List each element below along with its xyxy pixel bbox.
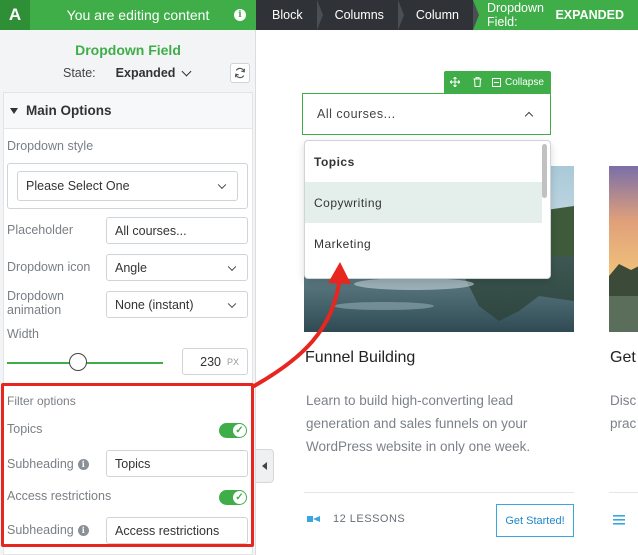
card-divider: [304, 492, 574, 493]
breadcrumb-dropdown-field[interactable]: Dropdown Field: EXPANDED: [472, 0, 638, 30]
chevron-down-icon: [227, 262, 237, 271]
topics-label: Topics: [7, 422, 43, 436]
access-subheading-value: Access restrictions: [115, 523, 220, 538]
state-label: State:: [63, 66, 96, 80]
check-icon: ✓: [233, 424, 246, 437]
info-icon[interactable]: i: [77, 525, 89, 537]
dropdown-icon-label: Dropdown icon: [7, 260, 91, 274]
dropdown-animation-label-line1: Dropdown: [7, 289, 64, 303]
main-options-header[interactable]: Main Options: [4, 93, 252, 129]
chevron-up-icon: [524, 111, 534, 121]
get-started-button[interactable]: Get Started!: [496, 504, 574, 537]
move-button[interactable]: [444, 71, 466, 93]
placeholder-label: Placeholder: [7, 223, 74, 237]
width-label: Width: [7, 327, 39, 341]
collapse-button[interactable]: Collapse: [488, 71, 544, 93]
placeholder-value: All courses...: [115, 223, 187, 238]
check-icon: ✓: [233, 491, 246, 504]
breadcrumb-block[interactable]: Block: [256, 0, 323, 30]
main-options-section: Main Options: [3, 92, 253, 555]
arrow-left-icon: [262, 462, 267, 470]
access-restrictions-label: Access restrictions: [7, 489, 112, 503]
editing-banner: A You are editing content i: [0, 0, 256, 30]
dropdown-animation-select[interactable]: None (instant): [106, 291, 248, 318]
triangle-down-icon: [10, 107, 18, 114]
course-title[interactable]: Funnel Building: [305, 349, 415, 367]
collapse-label: Collapse: [505, 76, 544, 88]
refresh-button[interactable]: [230, 63, 250, 83]
topics-subheading-input[interactable]: Topics: [106, 450, 248, 477]
dropdown-style-label: Dropdown style: [7, 139, 94, 153]
dropdown-animation-label-line2: animation: [7, 303, 62, 317]
state-value[interactable]: Expanded: [116, 66, 176, 80]
dropdown-subheading: Topics: [314, 154, 355, 169]
course-image-sunset: [609, 166, 638, 332]
editing-status-text: You are editing content: [66, 7, 210, 23]
width-unit: PX: [226, 356, 239, 367]
dropdown-placeholder: All courses...: [317, 107, 396, 121]
dropdown-animation-label: Dropdown animation: [7, 289, 64, 317]
topics-toggle[interactable]: ✓: [219, 423, 247, 438]
dropdown-style-select[interactable]: Please Select One: [17, 171, 238, 201]
delete-button[interactable]: [466, 71, 488, 93]
card-divider-2: [609, 492, 638, 493]
dropdown-style-value: Please Select One: [26, 179, 130, 193]
topics-subheading-label: Subheading i: [7, 457, 89, 471]
landscape-image: [609, 166, 638, 332]
refresh-icon: [234, 67, 246, 79]
filter-options-label: Filter options: [7, 394, 76, 408]
course-description-2-line2: prac: [610, 416, 637, 431]
dropdown-icon-select[interactable]: Angle: [106, 254, 248, 281]
access-restrictions-toggle[interactable]: ✓: [219, 490, 247, 505]
width-value: 230: [200, 354, 221, 369]
topics-subheading-value: Topics: [115, 456, 151, 471]
course-title-2[interactable]: Get: [610, 349, 636, 367]
breadcrumb: Block Columns Column Dropdown Field: EXP…: [256, 0, 638, 30]
dropdown-option[interactable]: Marketing: [305, 223, 542, 264]
chevron-down-icon: [227, 299, 237, 308]
info-icon[interactable]: i: [234, 9, 246, 21]
chevron-down-icon: [217, 180, 227, 190]
courses-dropdown[interactable]: All courses...: [302, 93, 551, 135]
element-toolbar: Collapse: [444, 71, 551, 93]
lessons-text: 12 LESSONS: [333, 513, 406, 525]
app-logo[interactable]: A: [0, 0, 30, 30]
lessons-icon: [307, 516, 320, 522]
breadcrumb-active-label: Dropdown Field:: [486, 1, 544, 29]
width-input[interactable]: 230 PX: [182, 348, 248, 375]
breadcrumb-column[interactable]: Column: [398, 0, 480, 30]
breadcrumb-active-state: EXPANDED: [555, 8, 624, 22]
course-description: Learn to build high-converting lead gene…: [306, 393, 531, 454]
info-icon[interactable]: i: [77, 459, 89, 471]
list-icon: [613, 515, 625, 525]
dropdown-animation-value: None (instant): [115, 297, 194, 312]
dropdown-option[interactable]: Copywriting: [305, 182, 542, 223]
dropdown-icon-value: Angle: [115, 260, 147, 275]
chevron-down-icon: [181, 66, 192, 76]
state-selector[interactable]: State: Expanded: [63, 66, 192, 80]
course-description-2-line1: Disc: [610, 393, 637, 408]
top-bar: A You are editing content i Block Column…: [0, 0, 638, 30]
dropdown-style-wrapper: Please Select One: [7, 163, 248, 209]
subheading-label: Subheading: [7, 523, 74, 537]
course-description-2: Disc prac: [610, 389, 638, 435]
access-subheading-input[interactable]: Access restrictions: [106, 517, 248, 544]
access-subheading-label: Subheading i: [7, 523, 89, 537]
breadcrumb-columns[interactable]: Columns: [317, 0, 405, 30]
lessons-count: 12 LESSONS: [307, 513, 405, 525]
dropdown-scrollbar[interactable]: [542, 144, 547, 198]
collapse-icon: [492, 77, 501, 87]
trash-icon: [473, 77, 481, 87]
placeholder-input[interactable]: All courses...: [106, 217, 248, 244]
move-icon: [450, 77, 460, 87]
dropdown-menu: Topics Copywriting Marketing: [304, 140, 551, 279]
width-slider-thumb[interactable]: [69, 353, 87, 371]
panel-title: Dropdown Field: [75, 42, 181, 58]
panel-collapse-handle[interactable]: [256, 449, 274, 483]
subheading-label: Subheading: [7, 457, 74, 471]
section-title: Main Options: [26, 103, 112, 118]
settings-panel: Dropdown Field State: Expanded Main Opti…: [0, 30, 256, 555]
